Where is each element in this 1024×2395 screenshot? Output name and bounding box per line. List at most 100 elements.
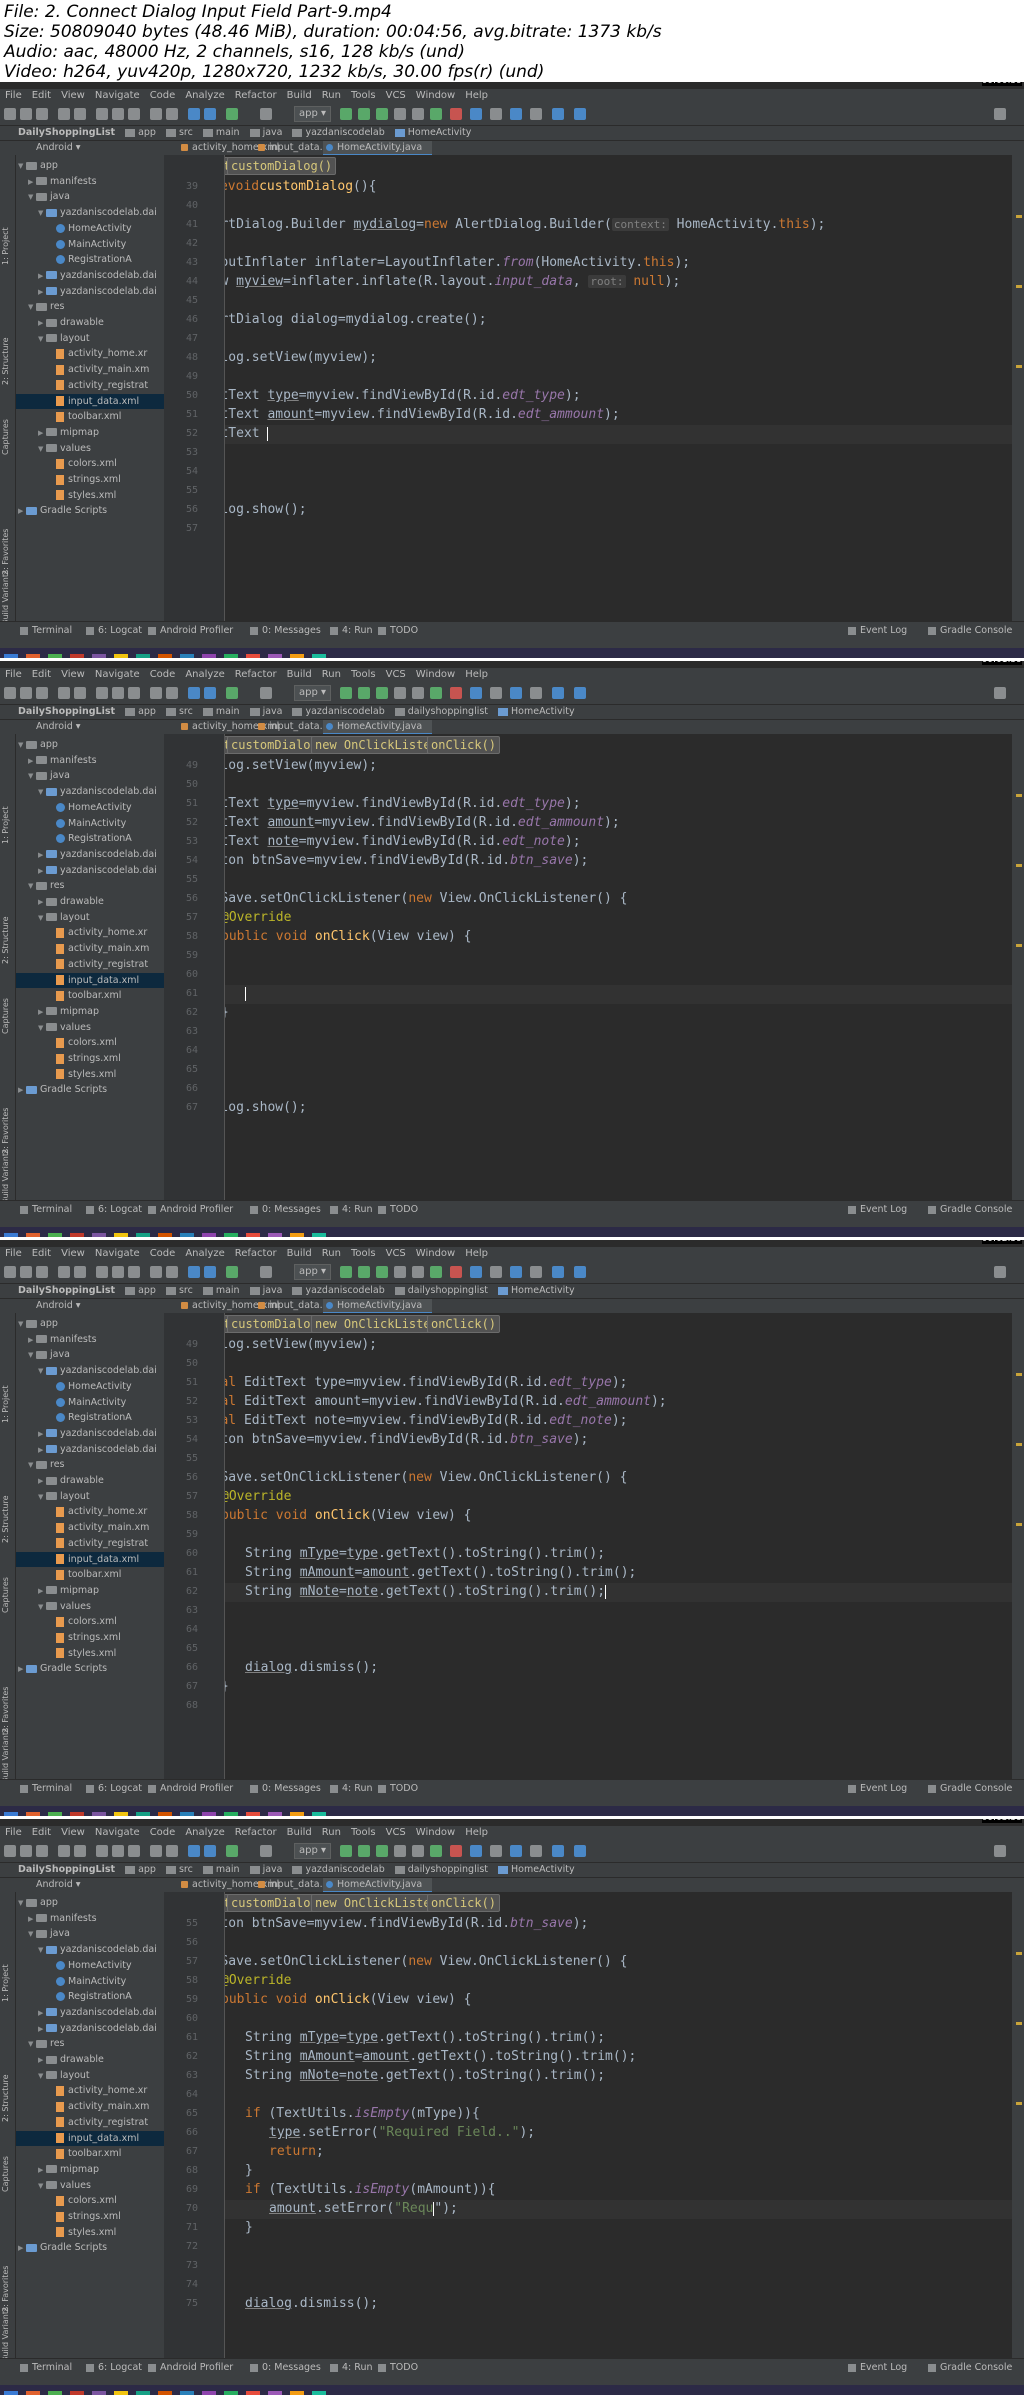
- taskbar-app-icon[interactable]: [202, 2391, 216, 2395]
- gradle-console-tab[interactable]: Gradle Console: [928, 625, 1012, 636]
- code-editor[interactable]: HomeActivitycustomDialog()new OnClickLis…: [225, 1892, 1012, 2358]
- profile-icon[interactable]: [412, 1845, 424, 1857]
- tree-item[interactable]: activity_main.xm: [48, 2099, 149, 2114]
- expand-down-icon[interactable]: ▼: [38, 206, 46, 221]
- tree-item[interactable]: ▼ app: [18, 158, 58, 173]
- menu-item[interactable]: Help: [460, 89, 493, 103]
- folder-open-icon[interactable]: [4, 1266, 16, 1278]
- avd-manager-icon[interactable]: [490, 1266, 502, 1278]
- taskbar-app-icon[interactable]: [92, 654, 106, 658]
- make-icon[interactable]: [226, 1845, 238, 1857]
- apply-changes-icon[interactable]: [376, 1845, 388, 1857]
- menu-item[interactable]: Edit: [27, 89, 56, 103]
- menu-item[interactable]: Build: [282, 1247, 317, 1261]
- taskbar-app-icon[interactable]: [246, 1812, 260, 1816]
- expand-right-icon[interactable]: ▶: [38, 2163, 46, 2178]
- run-icon[interactable]: [340, 1266, 352, 1278]
- menu-item[interactable]: Help: [460, 1247, 493, 1261]
- expand-down-icon[interactable]: ▼: [38, 2069, 46, 2084]
- tree-item[interactable]: ▶ drawable: [38, 894, 104, 909]
- menu-item[interactable]: Run: [317, 89, 346, 103]
- side-tab-structure[interactable]: 2: Structure: [1, 916, 10, 964]
- undo-icon[interactable]: [58, 687, 70, 699]
- tree-item[interactable]: ▶ yazdaniscodelab.dai: [38, 268, 157, 283]
- nav-crumb[interactable]: src: [165, 126, 193, 140]
- nav-crumb[interactable]: yazdaniscodelab: [292, 1284, 385, 1298]
- coverage-icon[interactable]: [430, 687, 442, 699]
- expand-down-icon[interactable]: ▼: [38, 1943, 46, 1958]
- tree-item[interactable]: activity_registrat: [48, 2115, 148, 2130]
- nav-crumb[interactable]: yazdaniscodelab: [292, 705, 385, 719]
- taskbar-app-icon[interactable]: [224, 654, 238, 658]
- debug-icon[interactable]: [358, 1845, 370, 1857]
- cut-icon[interactable]: [96, 687, 108, 699]
- expand-right-icon[interactable]: ▶: [18, 2241, 26, 2256]
- taskbar-app-icon[interactable]: [312, 654, 326, 658]
- tree-item[interactable]: HomeActivity: [48, 221, 132, 236]
- menu-item[interactable]: Analyze: [180, 1247, 229, 1261]
- editor-tab[interactable]: HomeActivity.java: [323, 141, 433, 156]
- expand-down-icon[interactable]: ▼: [38, 911, 46, 926]
- tree-item[interactable]: MainActivity: [48, 1395, 126, 1410]
- error-stripe-marker[interactable]: [1016, 365, 1022, 368]
- replace-icon[interactable]: [166, 1845, 178, 1857]
- tree-item[interactable]: activity_home.xr: [48, 1504, 147, 1519]
- expand-right-icon[interactable]: ▶: [38, 269, 46, 284]
- cut-icon[interactable]: [96, 1266, 108, 1278]
- nav-crumb[interactable]: main: [202, 1863, 240, 1877]
- folder-open-icon[interactable]: [4, 1845, 16, 1857]
- attach-icon[interactable]: [394, 1266, 406, 1278]
- tree-item[interactable]: ▶ drawable: [38, 2052, 104, 2067]
- tree-item[interactable]: RegistrationA: [48, 1989, 132, 2004]
- download-icon[interactable]: [552, 108, 564, 120]
- menu-item[interactable]: Analyze: [180, 668, 229, 682]
- forward-icon[interactable]: [204, 1266, 216, 1278]
- taskbar-app-icon[interactable]: [246, 1233, 260, 1237]
- sync-icon[interactable]: [36, 1266, 48, 1278]
- tree-item[interactable]: ▼ values: [38, 1599, 91, 1614]
- menu-item[interactable]: Code: [145, 89, 181, 103]
- tree-item[interactable]: ▶ yazdaniscodelab.dai: [38, 1426, 157, 1441]
- side-tab-build-variants[interactable]: Build Variants: [1, 1149, 10, 1204]
- nav-crumb[interactable]: java: [249, 1863, 282, 1877]
- taskbar-app-icon[interactable]: [290, 1812, 304, 1816]
- paste-icon[interactable]: [128, 1266, 140, 1278]
- run-tab[interactable]: 4: Run: [330, 1783, 372, 1794]
- tree-item[interactable]: styles.xml: [48, 2225, 116, 2240]
- taskbar-app-icon[interactable]: [4, 1812, 18, 1816]
- tree-item[interactable]: ▼ res: [28, 2036, 65, 2051]
- sdk-manager-icon[interactable]: [510, 1845, 522, 1857]
- tree-item[interactable]: strings.xml: [48, 1051, 121, 1066]
- nav-crumb[interactable]: DailyShoppingList: [18, 1863, 115, 1877]
- menu-item[interactable]: Tools: [346, 1247, 381, 1261]
- undo-icon[interactable]: [58, 108, 70, 120]
- save-icon[interactable]: [20, 1266, 32, 1278]
- taskbar-app-icon[interactable]: [312, 2391, 326, 2395]
- tree-item[interactable]: colors.xml: [48, 1035, 117, 1050]
- taskbar-app-icon[interactable]: [92, 1233, 106, 1237]
- expand-down-icon[interactable]: ▼: [28, 1348, 36, 1363]
- debug-icon[interactable]: [358, 1266, 370, 1278]
- expand-right-icon[interactable]: ▶: [28, 175, 36, 190]
- android-profiler-tab[interactable]: Android Profiler: [148, 625, 233, 636]
- expand-down-icon[interactable]: ▼: [28, 1458, 36, 1473]
- project-view-select[interactable]: Android ▾: [36, 721, 81, 732]
- taskbar-app-icon[interactable]: [290, 654, 304, 658]
- tree-item[interactable]: MainActivity: [48, 237, 126, 252]
- back-icon[interactable]: [188, 108, 200, 120]
- nav-crumb[interactable]: app: [125, 1284, 156, 1298]
- side-tab-structure[interactable]: 2: Structure: [1, 1495, 10, 1543]
- help-icon[interactable]: [574, 1845, 586, 1857]
- nav-crumb[interactable]: src: [165, 705, 193, 719]
- menu-item[interactable]: Tools: [346, 89, 381, 103]
- tree-item[interactable]: styles.xml: [48, 1067, 116, 1082]
- editor-breadcrumb-item[interactable]: onClick(): [427, 1894, 501, 1912]
- tree-item[interactable]: ▶ drawable: [38, 1473, 104, 1488]
- tree-item[interactable]: ▶ Gradle Scripts: [18, 1082, 107, 1097]
- menu-item[interactable]: Navigate: [90, 668, 145, 682]
- menu-item[interactable]: File: [0, 89, 27, 103]
- taskbar-app-icon[interactable]: [92, 2391, 106, 2395]
- tree-item[interactable]: strings.xml: [48, 2209, 121, 2224]
- attach-icon[interactable]: [394, 108, 406, 120]
- tree-item[interactable]: colors.xml: [48, 456, 117, 471]
